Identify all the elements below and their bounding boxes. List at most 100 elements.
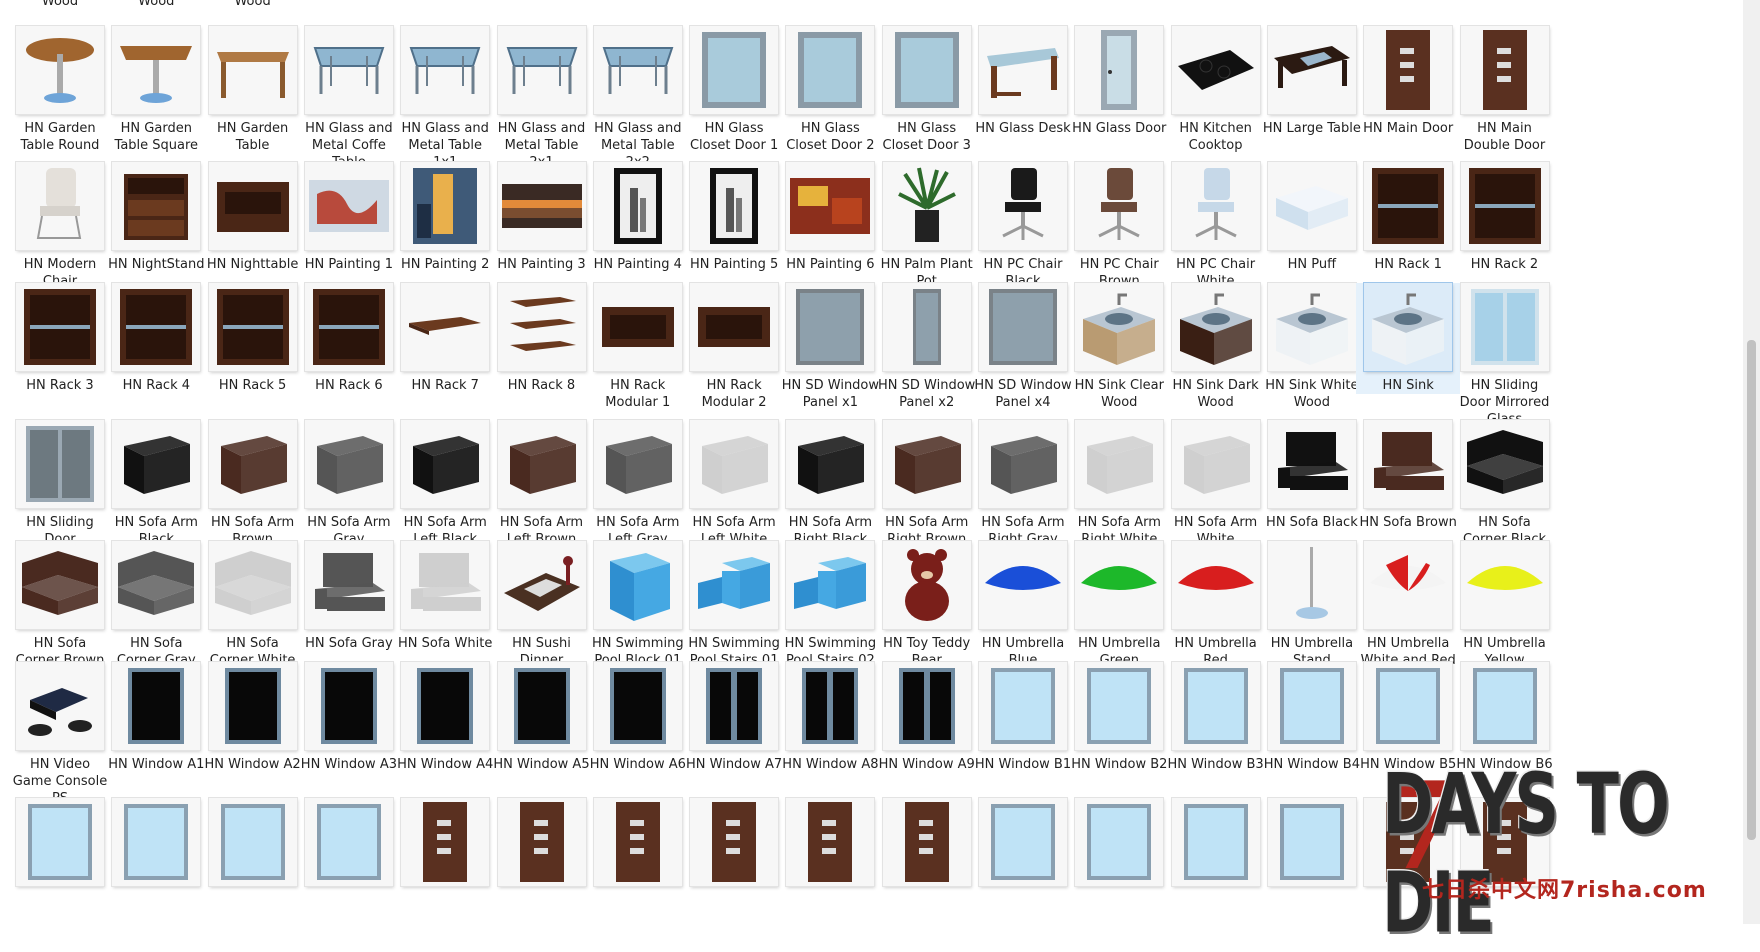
file-item[interactable]: HN Rack 2 xyxy=(1453,162,1557,273)
file-item-partial[interactable] xyxy=(490,798,594,886)
file-item[interactable]: HN Sofa Corner Gray xyxy=(104,541,208,669)
file-item-partial[interactable] xyxy=(778,798,882,886)
file-item[interactable]: HN Rack 3 xyxy=(8,283,112,394)
file-item[interactable]: HN Garden Table Square xyxy=(104,26,208,154)
file-item[interactable]: HN Sofa Arm Right Gray xyxy=(971,420,1075,548)
file-item[interactable]: HN Sofa Arm Left White xyxy=(682,420,786,548)
file-item[interactable]: HN Sliding Door xyxy=(8,420,112,548)
file-item-partial[interactable] xyxy=(104,798,208,886)
file-item[interactable]: HN Swimming Pool Block 01 xyxy=(586,541,690,669)
file-item[interactable]: HN Glass Door xyxy=(1067,26,1171,137)
file-item[interactable]: HN Rack Modular 2 xyxy=(682,283,786,411)
file-item[interactable]: HN Main Door xyxy=(1356,26,1460,137)
file-item[interactable]: HN Umbrella White and Red xyxy=(1356,541,1460,669)
file-item[interactable]: HN Glass Closet Door 3 xyxy=(875,26,979,154)
file-item[interactable]: HN Main Double Door xyxy=(1453,26,1557,154)
file-item[interactable]: HN Video Game Console PS xyxy=(8,662,112,807)
file-item[interactable]: HN Window A7 xyxy=(682,662,786,773)
file-item[interactable]: HN Window A5 xyxy=(490,662,594,773)
file-item[interactable]: HN Sofa Arm Left Black xyxy=(393,420,497,548)
file-item[interactable]: HN Sofa Arm Right Black xyxy=(778,420,882,548)
file-item[interactable]: HN Sofa Corner Brown xyxy=(8,541,112,669)
file-item[interactable]: HN Painting 5 xyxy=(682,162,786,273)
file-item[interactable]: HN Sofa Corner Black xyxy=(1453,420,1557,548)
file-item[interactable]: HN Sushi Dinner xyxy=(490,541,594,669)
file-item[interactable]: HN Sofa Arm Left Brown xyxy=(490,420,594,548)
file-item-partial[interactable] xyxy=(1260,798,1364,886)
file-item[interactable]: HN Painting 1 xyxy=(297,162,401,273)
file-item[interactable]: HN Sofa Arm Gray xyxy=(297,420,401,548)
file-item[interactable]: HN Window A1 xyxy=(104,662,208,773)
file-item-partial[interactable] xyxy=(1067,798,1171,886)
file-item-partial[interactable] xyxy=(1164,798,1268,886)
file-item[interactable]: HN Sink Dark Wood xyxy=(1164,283,1268,411)
file-item[interactable]: HN SD Window Panel x1 xyxy=(778,283,882,411)
file-item[interactable]: HN Sofa Brown xyxy=(1356,420,1460,531)
file-item[interactable]: HN Window A8 xyxy=(778,662,882,773)
file-item[interactable]: HN Umbrella Red xyxy=(1164,541,1268,669)
file-item[interactable]: HN Window B4 xyxy=(1260,662,1364,773)
file-item[interactable]: HN NightStand xyxy=(104,162,208,273)
file-item[interactable]: HN SD Window Panel x2 xyxy=(875,283,979,411)
file-item[interactable]: HN Sofa Gray xyxy=(297,541,401,652)
file-item-partial[interactable] xyxy=(1453,798,1557,886)
file-item[interactable]: HN Window B2 xyxy=(1067,662,1171,773)
file-item[interactable]: HN Toy Teddy Bear xyxy=(875,541,979,669)
vertical-scrollbar[interactable] xyxy=(1743,0,1760,924)
file-item[interactable]: HN Painting 3 xyxy=(490,162,594,273)
file-item[interactable]: HN Sink White Wood xyxy=(1260,283,1364,411)
file-item[interactable]: HN Modern Chair xyxy=(8,162,112,290)
file-item[interactable]: HN Window A9 xyxy=(875,662,979,773)
file-item-partial[interactable] xyxy=(875,798,979,886)
file-item[interactable]: HN Garden Table xyxy=(201,26,305,154)
file-item[interactable]: HN Window A6 xyxy=(586,662,690,773)
file-item-partial[interactable] xyxy=(586,798,690,886)
file-item[interactable]: HN Sink Clear Wood xyxy=(1067,283,1171,411)
file-item[interactable]: HN Umbrella Yellow xyxy=(1453,541,1557,669)
file-item[interactable]: HN Swimming Pool Stairs 01 xyxy=(682,541,786,669)
file-item[interactable]: HN Garden Table Round xyxy=(8,26,112,154)
file-item-partial[interactable] xyxy=(393,798,497,886)
file-item[interactable]: HN PC Chair White xyxy=(1164,162,1268,290)
file-item[interactable]: HN PC Chair Black xyxy=(971,162,1075,290)
file-item[interactable]: HN Window B6 xyxy=(1453,662,1557,773)
file-item[interactable]: HN Rack 4 xyxy=(104,283,208,394)
file-item[interactable]: HN Sofa Arm Brown xyxy=(201,420,305,548)
file-item[interactable]: HN Large Table xyxy=(1260,26,1364,137)
file-item-partial[interactable] xyxy=(201,798,305,886)
file-item[interactable]: HN Sofa White xyxy=(393,541,497,652)
file-item[interactable]: HN Glass Desk xyxy=(971,26,1075,137)
file-item[interactable]: HN PC Chair Brown xyxy=(1067,162,1171,290)
file-item[interactable]: HN Painting 6 xyxy=(778,162,882,273)
file-item[interactable]: HN SD Window Panel x4 xyxy=(971,283,1075,411)
file-item[interactable]: HN Puff xyxy=(1260,162,1364,273)
file-item-partial[interactable] xyxy=(8,798,112,886)
file-item[interactable]: HN Painting 4 xyxy=(586,162,690,273)
file-item[interactable]: HN Rack 7 xyxy=(393,283,497,394)
file-item[interactable]: HN Window B3 xyxy=(1164,662,1268,773)
file-item-partial[interactable] xyxy=(297,798,401,886)
file-item[interactable]: HN Glass and Metal Coffe Table xyxy=(297,26,401,171)
file-item[interactable]: HN Kitchen Cooktop xyxy=(1164,26,1268,154)
file-item-partial[interactable] xyxy=(682,798,786,886)
file-item[interactable]: HN Umbrella Blue xyxy=(971,541,1075,669)
file-item[interactable]: HN Glass Closet Door 2 xyxy=(778,26,882,154)
file-item[interactable]: HN Umbrella Stand xyxy=(1260,541,1364,669)
file-item[interactable]: HN Sofa Arm Left Gray xyxy=(586,420,690,548)
file-item[interactable]: HN Rack 6 xyxy=(297,283,401,394)
file-item-partial[interactable] xyxy=(971,798,1075,886)
file-item[interactable]: HN Swimming Pool Stairs 02 xyxy=(778,541,882,669)
file-item[interactable]: HN Glass and Metal Table 1x1 xyxy=(393,26,497,171)
file-item[interactable]: HN Rack Modular 1 xyxy=(586,283,690,411)
file-item[interactable]: HN Sliding Door Mirrored Glass xyxy=(1453,283,1557,428)
file-item[interactable]: HN Sofa Arm White xyxy=(1164,420,1268,548)
file-item[interactable]: HN Sink xyxy=(1356,282,1461,394)
file-item[interactable]: HN Glass and Metal Table 2x2 xyxy=(586,26,690,171)
file-item[interactable]: HN Sofa Arm Black xyxy=(104,420,208,548)
file-item[interactable]: HN Umbrella Green xyxy=(1067,541,1171,669)
file-item[interactable]: HN Sofa Arm Right White xyxy=(1067,420,1171,548)
file-item[interactable]: HN Rack 1 xyxy=(1356,162,1460,273)
file-item[interactable]: HN Glass Closet Door 1 xyxy=(682,26,786,154)
scrollbar-thumb[interactable] xyxy=(1747,340,1756,840)
file-item[interactable]: HN Window A3 xyxy=(297,662,401,773)
